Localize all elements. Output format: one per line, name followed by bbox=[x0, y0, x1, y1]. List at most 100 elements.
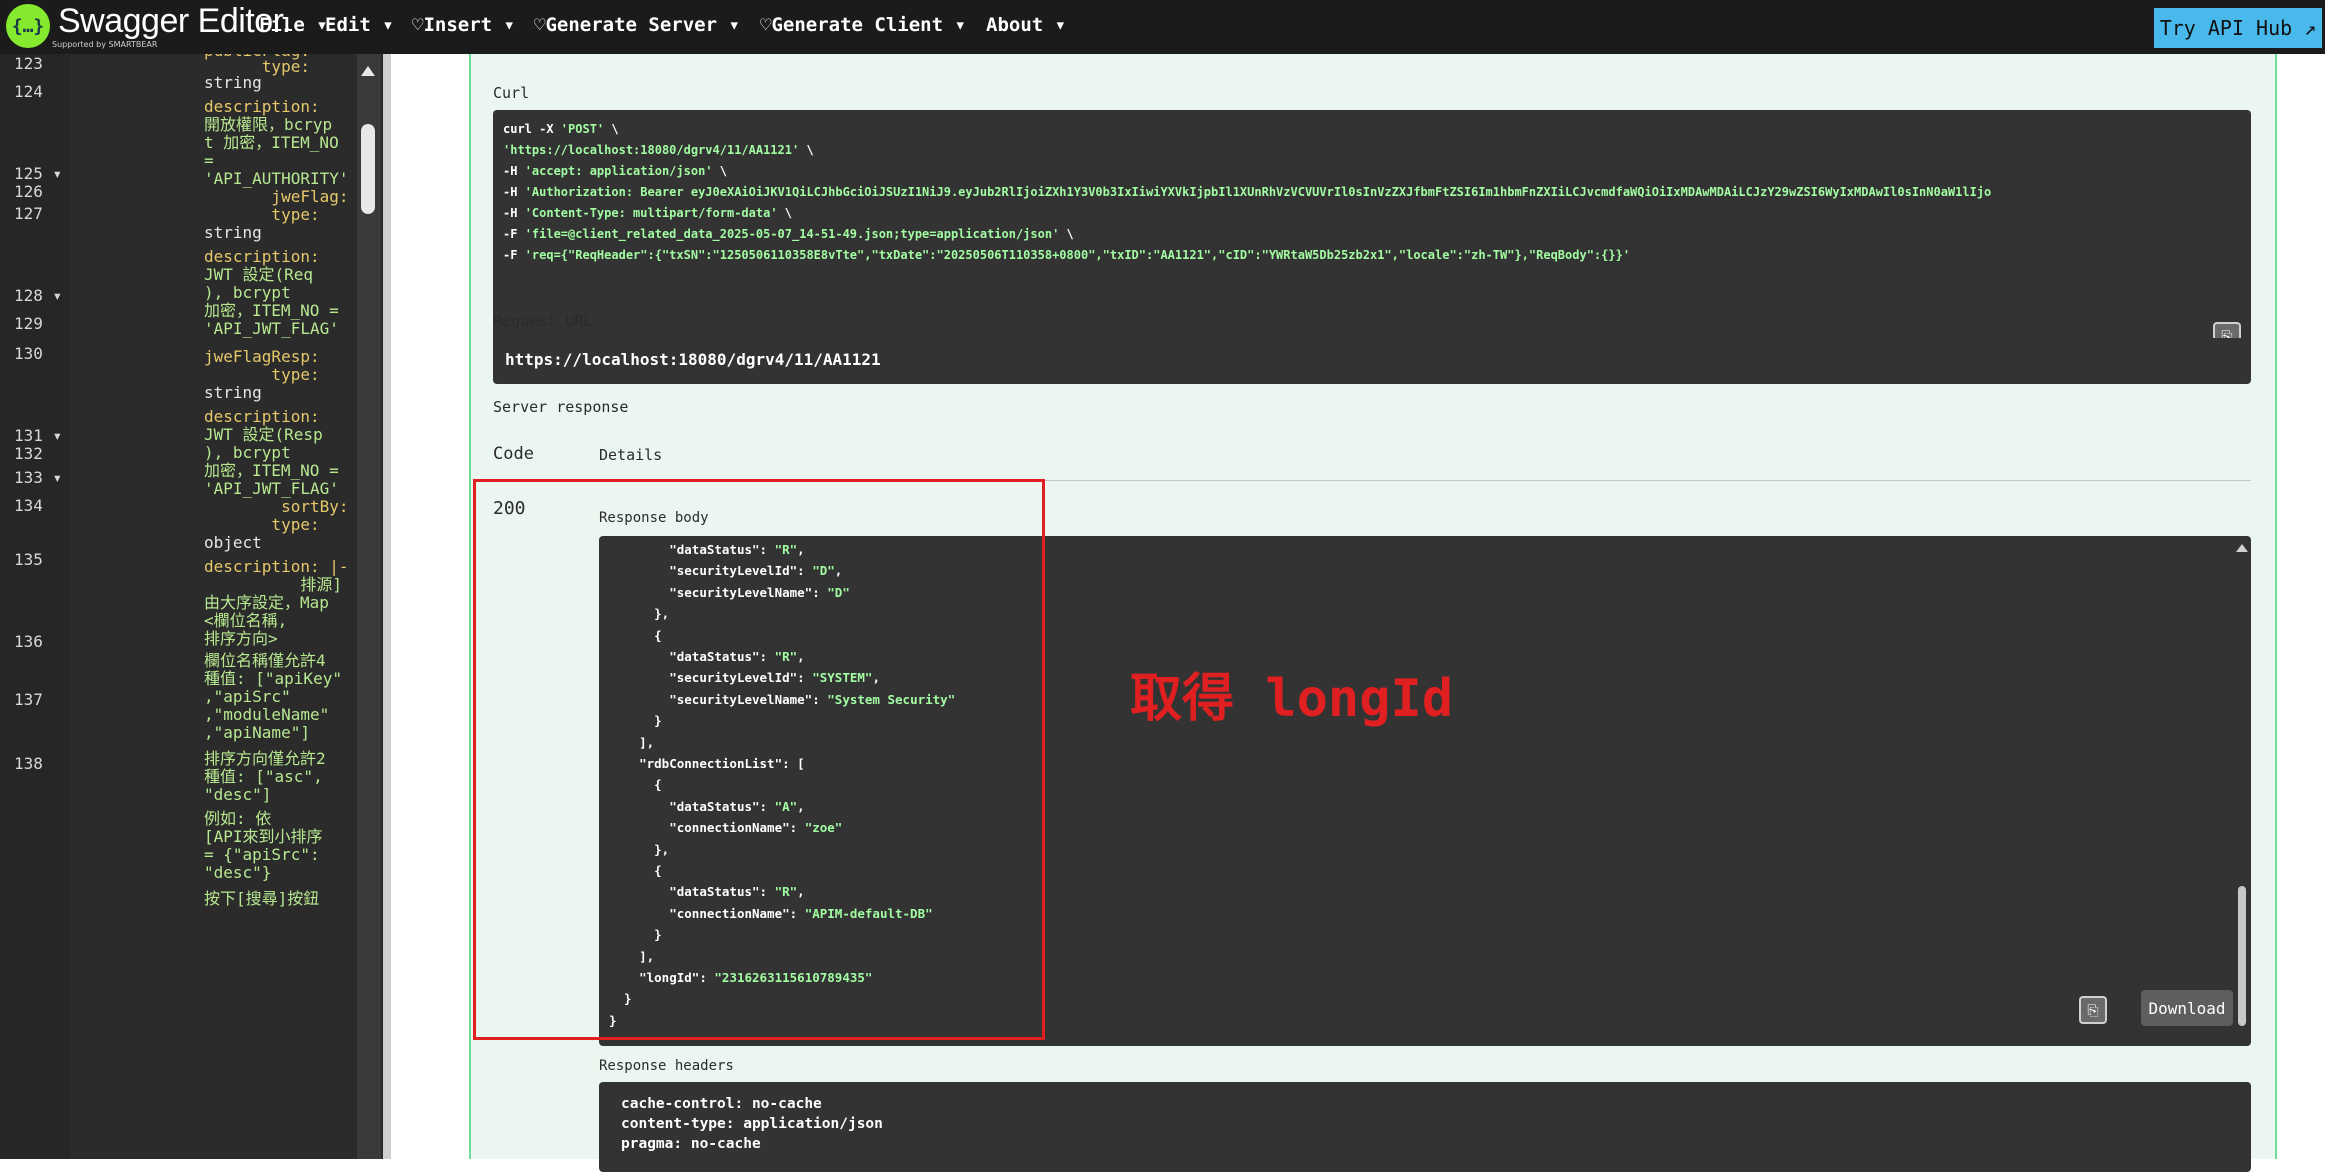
editor-line: = {"apiSrc": bbox=[204, 845, 320, 864]
editor-line: 欄位名稱僅允許4 bbox=[204, 651, 326, 670]
menu-edit[interactable]: Edit ▾ bbox=[325, 14, 394, 36]
editor-line: string bbox=[204, 223, 262, 242]
menu-insert[interactable]: ♡Insert ▾ bbox=[412, 14, 515, 36]
curl-token: \ bbox=[604, 122, 619, 136]
editor-line: description: bbox=[204, 97, 320, 116]
curl-token: \ bbox=[799, 143, 814, 157]
editor-line: 按下[搜尋]按鈕 bbox=[204, 889, 320, 908]
editor-line: jweFlagResp: bbox=[204, 347, 320, 366]
annotation-highlight-box bbox=[473, 479, 1045, 1040]
line-number: 124 bbox=[14, 82, 43, 101]
editor-line: ), bcrypt bbox=[204, 283, 291, 302]
curl-string: 'https://localhost:18080/dgrv4/11/AA1121… bbox=[503, 143, 800, 157]
editor-line: ), bcrypt bbox=[204, 443, 291, 462]
curl-line: -H 'accept: application/json' \ bbox=[503, 164, 727, 178]
curl-token: \ bbox=[777, 206, 793, 220]
line-number: 129 bbox=[14, 314, 43, 333]
editor-line: 加密，ITEM_NO = bbox=[204, 461, 339, 480]
line-number: 135 bbox=[14, 550, 43, 569]
curl-string: 'accept: application/json' bbox=[524, 164, 713, 178]
editor-scroll-thumb[interactable] bbox=[361, 124, 375, 214]
curl-string: 'req={"ReqHeader":{"txSN":"1250506110358… bbox=[524, 248, 1631, 262]
server-response-label: Server response bbox=[493, 398, 629, 416]
try-api-hub-button[interactable]: Try API Hub ↗ bbox=[2154, 8, 2322, 48]
editor-line: type: bbox=[204, 205, 320, 224]
line-number: 128 ▾ bbox=[14, 286, 63, 305]
yaml-editor[interactable]: 123 124 125 ▾ 126 127 128 ▾ 129 130 131 ▾ 132 133 … bbox=[0, 54, 383, 1159]
menu-generate-client[interactable]: ♡Generate Client ▾ bbox=[760, 14, 966, 36]
curl-line: 'https://localhost:18080/dgrv4/11/AA1121… bbox=[503, 143, 814, 157]
line-number: 130 bbox=[14, 344, 43, 363]
curl-token: \ bbox=[1059, 227, 1074, 241]
curl-token: -H bbox=[503, 206, 525, 220]
line-number: 123 bbox=[14, 54, 43, 73]
menu-file[interactable]: File ▾ bbox=[259, 14, 328, 36]
line-number: 136 bbox=[14, 632, 43, 651]
editor-line: 排序方向> bbox=[204, 629, 278, 648]
request-url-label: Request URL bbox=[493, 312, 593, 330]
editor-line: t 加密，ITEM_NO bbox=[204, 133, 339, 152]
line-number: 131 ▾ bbox=[14, 426, 63, 445]
line-number: 125 ▾ bbox=[14, 164, 63, 183]
editor-line: JWT 設定(Resp bbox=[204, 425, 323, 444]
response-scroll-up-icon[interactable] bbox=[2236, 544, 2248, 552]
line-number: 127 bbox=[14, 204, 43, 223]
editor-line: 排源] bbox=[204, 575, 342, 594]
editor-scrollbar[interactable] bbox=[357, 54, 381, 1159]
line-number: 126 bbox=[14, 182, 43, 201]
editor-line: description: |- bbox=[204, 557, 349, 576]
swagger-logo-icon: {…} bbox=[6, 4, 50, 48]
pane-divider[interactable] bbox=[383, 54, 391, 1159]
curl-string: 'file=@client_related_data_2025-05-07_14… bbox=[524, 227, 1060, 241]
editor-line: 開放權限，bcryp bbox=[204, 115, 333, 134]
header-content-type: content-type: application/json bbox=[621, 1116, 883, 1132]
editor-line: description: bbox=[204, 247, 320, 266]
curl-token: -H bbox=[503, 185, 525, 199]
editor-line: type: bbox=[204, 515, 320, 534]
editor-line: string bbox=[204, 73, 262, 92]
download-button[interactable]: Download bbox=[2141, 990, 2233, 1026]
code-column-header: Code bbox=[493, 444, 534, 464]
editor-line: "desc"] bbox=[204, 785, 272, 804]
editor-line: 種值: ["apiKey" bbox=[204, 669, 342, 688]
editor-line: ,"apiSrc" bbox=[204, 687, 291, 706]
menu-generate-server[interactable]: ♡Generate Server ▾ bbox=[534, 14, 740, 36]
line-number: 137 bbox=[14, 690, 43, 709]
curl-token: -F bbox=[503, 248, 525, 262]
response-scroll-thumb[interactable] bbox=[2238, 886, 2246, 1026]
line-number: 133 ▾ bbox=[14, 468, 63, 487]
request-url-block: https://localhost:18080/dgrv4/11/AA1121 bbox=[493, 338, 2251, 384]
curl-label: Curl bbox=[493, 84, 530, 102]
annotation-text: 取得 longId bbox=[1130, 669, 1454, 729]
request-url: https://localhost:18080/dgrv4/11/AA1121 bbox=[505, 350, 881, 369]
editor-line: = bbox=[204, 151, 214, 170]
top-bar: {…} Swagger Editor. Supported by SMARTBE… bbox=[0, 0, 2325, 54]
copy-response-icon[interactable]: ⎘ bbox=[2079, 996, 2107, 1024]
curl-token: \ bbox=[712, 164, 727, 178]
curl-string: 'Authorization: Bearer eyJ0eXAiOiJKV1QiL… bbox=[524, 185, 1992, 199]
response-scrollbar[interactable] bbox=[2233, 536, 2251, 1046]
curl-line: -H 'Content-Type: multipart/form-data' \ bbox=[503, 206, 792, 220]
curl-line: -F 'req={"ReqHeader":{"txSN":"1250506110… bbox=[503, 248, 1630, 262]
editor-line: 'API_JWT_FLAG' bbox=[204, 479, 339, 498]
curl-code-block[interactable]: curl -X 'POST' \ 'https://localhost:1808… bbox=[493, 110, 2251, 350]
header-cache-control: cache-control: no-cache bbox=[621, 1096, 822, 1112]
editor-line: JWT 設定(Req bbox=[204, 265, 314, 284]
curl-string: 'Content-Type: multipart/form-data' bbox=[524, 206, 778, 220]
curl-string: 'POST' bbox=[560, 122, 605, 136]
curl-line: -H 'Authorization: Bearer eyJ0eXAiOiJKV1… bbox=[503, 185, 1991, 199]
line-number: 132 bbox=[14, 444, 43, 463]
editor-line: 加密，ITEM_NO = bbox=[204, 301, 339, 320]
brand-subtitle: Supported by SMARTBEAR bbox=[52, 40, 158, 49]
editor-line: 種值: ["asc", bbox=[204, 767, 323, 786]
editor-line: 'API_AUTHORITY' bbox=[204, 169, 349, 188]
editor-line: string bbox=[204, 383, 262, 402]
curl-token: -H bbox=[503, 164, 525, 178]
editor-line: 排序方向僅允許2 bbox=[204, 749, 326, 768]
editor-line: 'API_JWT_FLAG' bbox=[204, 319, 339, 338]
details-column-header: Details bbox=[599, 446, 663, 464]
line-number: 138 bbox=[14, 754, 43, 773]
scroll-up-icon[interactable] bbox=[361, 66, 375, 76]
menu-about[interactable]: About ▾ bbox=[986, 14, 1066, 36]
curl-token: -F bbox=[503, 227, 525, 241]
